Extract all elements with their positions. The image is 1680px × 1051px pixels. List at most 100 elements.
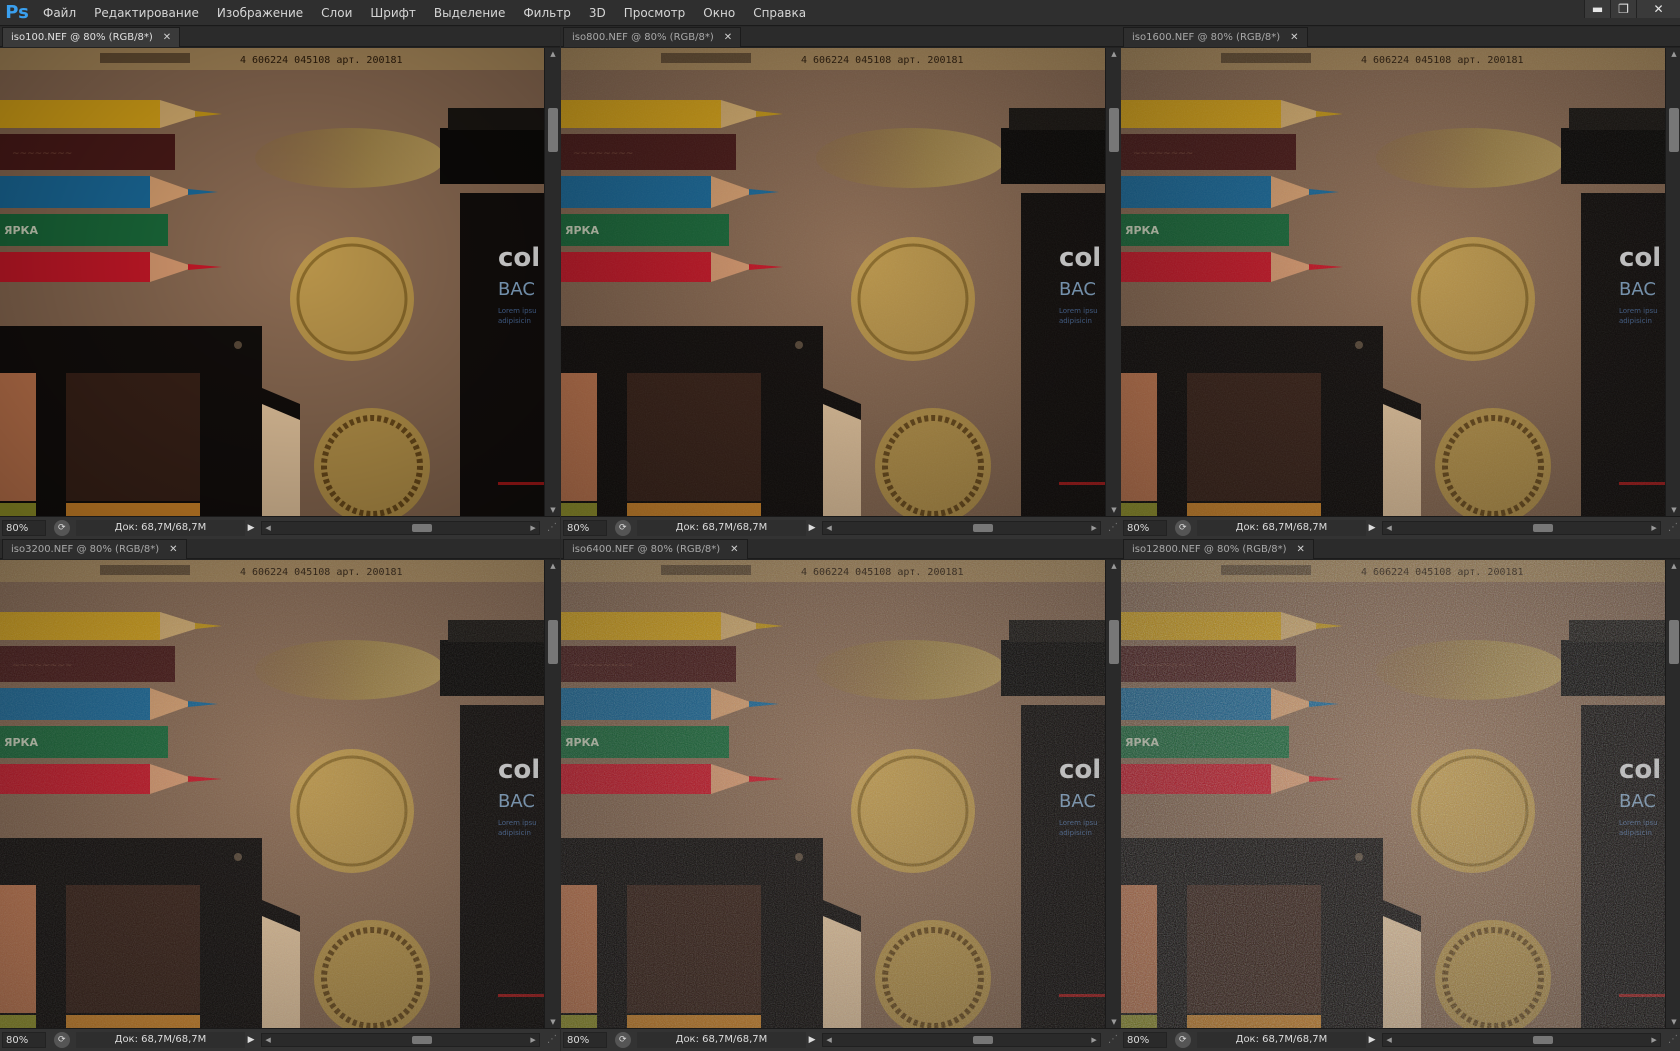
doc-size-info[interactable]: Док: 68,7M/68,7M (636, 1032, 807, 1048)
zoom-field[interactable]: 80% (1123, 520, 1167, 536)
doc-size-info[interactable]: Док: 68,7M/68,7M (1196, 520, 1367, 536)
doc-size-info[interactable]: Док: 68,7M/68,7M (636, 520, 807, 536)
menu-select[interactable]: Выделение (425, 0, 514, 26)
scroll-down-icon[interactable]: ▼ (1106, 1016, 1121, 1028)
menu-view[interactable]: Просмотр (615, 0, 695, 26)
scroll-right-icon[interactable]: ▶ (527, 522, 539, 534)
scroll-right-icon[interactable]: ▶ (1648, 1034, 1660, 1046)
menu-file[interactable]: Файл (34, 0, 85, 26)
menu-edit[interactable]: Редактирование (85, 0, 208, 26)
scroll-thumb[interactable] (1669, 108, 1679, 152)
vertical-scrollbar[interactable]: ▲ ▼ (1105, 48, 1121, 516)
vertical-scrollbar[interactable]: ▲ ▼ (1105, 560, 1121, 1028)
document-tab[interactable]: iso100.NEF @ 80% (RGB/8*) ✕ (2, 27, 181, 47)
scroll-left-icon[interactable]: ◀ (823, 522, 835, 534)
menu-type[interactable]: Шрифт (361, 0, 425, 26)
zoom-field[interactable]: 80% (1123, 1032, 1167, 1048)
scroll-up-icon[interactable]: ▲ (1106, 48, 1121, 60)
document-canvas[interactable]: 4 606224 045108 арт. 200181 ~~~~~~~~ ЯРК… (0, 48, 544, 516)
document-canvas[interactable]: 4 606224 045108 арт. 200181 ~~~~~~~~ ЯРК… (561, 48, 1105, 516)
scroll-up-icon[interactable]: ▲ (1666, 560, 1680, 572)
scroll-right-icon[interactable]: ▶ (1088, 1034, 1100, 1046)
scroll-thumb[interactable] (973, 1036, 994, 1044)
photoshop-logo[interactable]: Ps (0, 0, 34, 26)
zoom-field[interactable]: 80% (563, 520, 607, 536)
document-tab[interactable]: iso800.NEF @ 80% (RGB/8*) ✕ (563, 27, 742, 47)
scroll-left-icon[interactable]: ◀ (823, 1034, 835, 1046)
document-tab[interactable]: iso12800.NEF @ 80% (RGB/8*) ✕ (1123, 539, 1314, 559)
vertical-scrollbar[interactable]: ▲ ▼ (544, 48, 560, 516)
scroll-down-icon[interactable]: ▼ (1666, 1016, 1680, 1028)
scroll-right-icon[interactable]: ▶ (1088, 522, 1100, 534)
scroll-thumb[interactable] (1533, 1036, 1554, 1044)
scroll-up-icon[interactable]: ▲ (545, 560, 560, 572)
menu-help[interactable]: Справка (744, 0, 815, 26)
status-info-icon[interactable]: ⟳ (614, 1032, 631, 1048)
minimize-button[interactable]: ▬ (1584, 0, 1610, 18)
scroll-thumb[interactable] (973, 524, 994, 532)
document-canvas[interactable]: 4 606224 045108 арт. 200181 ~~~~~~~~ ЯРК… (1121, 560, 1665, 1028)
scroll-thumb[interactable] (548, 108, 558, 152)
close-tab-icon[interactable]: ✕ (163, 32, 171, 43)
document-canvas[interactable]: 4 606224 045108 арт. 200181 ~~~~~~~~ ЯРК… (0, 560, 544, 1028)
resize-grip-icon[interactable]: ⋰ (1105, 1032, 1121, 1048)
document-tab[interactable]: iso3200.NEF @ 80% (RGB/8*) ✕ (2, 539, 187, 559)
scroll-down-icon[interactable]: ▼ (545, 504, 560, 516)
status-menu-arrow-icon[interactable]: ▶ (245, 523, 257, 533)
menu-filter[interactable]: Фильтр (514, 0, 579, 26)
scroll-left-icon[interactable]: ◀ (1383, 522, 1395, 534)
vertical-scrollbar[interactable]: ▲ ▼ (544, 560, 560, 1028)
scroll-up-icon[interactable]: ▲ (545, 48, 560, 60)
close-tab-icon[interactable]: ✕ (724, 32, 732, 43)
scroll-right-icon[interactable]: ▶ (1648, 522, 1660, 534)
status-info-icon[interactable]: ⟳ (53, 1032, 70, 1048)
doc-size-info[interactable]: Док: 68,7M/68,7M (75, 520, 246, 536)
scroll-right-icon[interactable]: ▶ (527, 1034, 539, 1046)
close-button[interactable]: ✕ (1636, 0, 1680, 18)
document-canvas[interactable]: 4 606224 045108 арт. 200181 ~~~~~~~~ ЯРК… (561, 560, 1105, 1028)
zoom-field[interactable]: 80% (2, 1032, 46, 1048)
horizontal-scrollbar[interactable]: ◀ ▶ (261, 1033, 541, 1047)
resize-grip-icon[interactable]: ⋰ (1105, 520, 1121, 536)
status-menu-arrow-icon[interactable]: ▶ (806, 1035, 818, 1045)
status-info-icon[interactable]: ⟳ (53, 520, 70, 536)
status-menu-arrow-icon[interactable]: ▶ (1366, 523, 1378, 533)
menu-image[interactable]: Изображение (208, 0, 312, 26)
scroll-up-icon[interactable]: ▲ (1106, 560, 1121, 572)
scroll-left-icon[interactable]: ◀ (262, 522, 274, 534)
scroll-down-icon[interactable]: ▼ (1666, 504, 1680, 516)
zoom-field[interactable]: 80% (2, 520, 46, 536)
horizontal-scrollbar[interactable]: ◀ ▶ (261, 521, 541, 535)
scroll-thumb[interactable] (1669, 620, 1679, 664)
status-menu-arrow-icon[interactable]: ▶ (245, 1035, 257, 1045)
scroll-thumb[interactable] (1533, 524, 1554, 532)
doc-size-info[interactable]: Док: 68,7M/68,7M (1196, 1032, 1367, 1048)
scroll-thumb[interactable] (548, 620, 558, 664)
scroll-down-icon[interactable]: ▼ (1106, 504, 1121, 516)
vertical-scrollbar[interactable]: ▲ ▼ (1665, 48, 1680, 516)
scroll-left-icon[interactable]: ◀ (1383, 1034, 1395, 1046)
close-tab-icon[interactable]: ✕ (169, 544, 177, 555)
horizontal-scrollbar[interactable]: ◀ ▶ (822, 1033, 1102, 1047)
vertical-scrollbar[interactable]: ▲ ▼ (1665, 560, 1680, 1028)
resize-grip-icon[interactable]: ⋰ (544, 1032, 560, 1048)
status-menu-arrow-icon[interactable]: ▶ (806, 523, 818, 533)
document-tab[interactable]: iso6400.NEF @ 80% (RGB/8*) ✕ (563, 539, 748, 559)
close-tab-icon[interactable]: ✕ (1297, 544, 1305, 555)
status-info-icon[interactable]: ⟳ (1174, 1032, 1191, 1048)
status-menu-arrow-icon[interactable]: ▶ (1366, 1035, 1378, 1045)
scroll-thumb[interactable] (412, 524, 433, 532)
menu-3d[interactable]: 3D (580, 0, 615, 26)
close-tab-icon[interactable]: ✕ (1290, 32, 1298, 43)
scroll-left-icon[interactable]: ◀ (262, 1034, 274, 1046)
document-canvas[interactable]: 4 606224 045108 арт. 200181 ~~~~~~~~ ЯРК… (1121, 48, 1665, 516)
scroll-thumb[interactable] (412, 1036, 433, 1044)
doc-size-info[interactable]: Док: 68,7M/68,7M (75, 1032, 246, 1048)
menu-window[interactable]: Окно (694, 0, 744, 26)
horizontal-scrollbar[interactable]: ◀ ▶ (1382, 521, 1662, 535)
resize-grip-icon[interactable]: ⋰ (1665, 520, 1680, 536)
scroll-thumb[interactable] (1109, 620, 1119, 664)
status-info-icon[interactable]: ⟳ (614, 520, 631, 536)
zoom-field[interactable]: 80% (563, 1032, 607, 1048)
scroll-up-icon[interactable]: ▲ (1666, 48, 1680, 60)
